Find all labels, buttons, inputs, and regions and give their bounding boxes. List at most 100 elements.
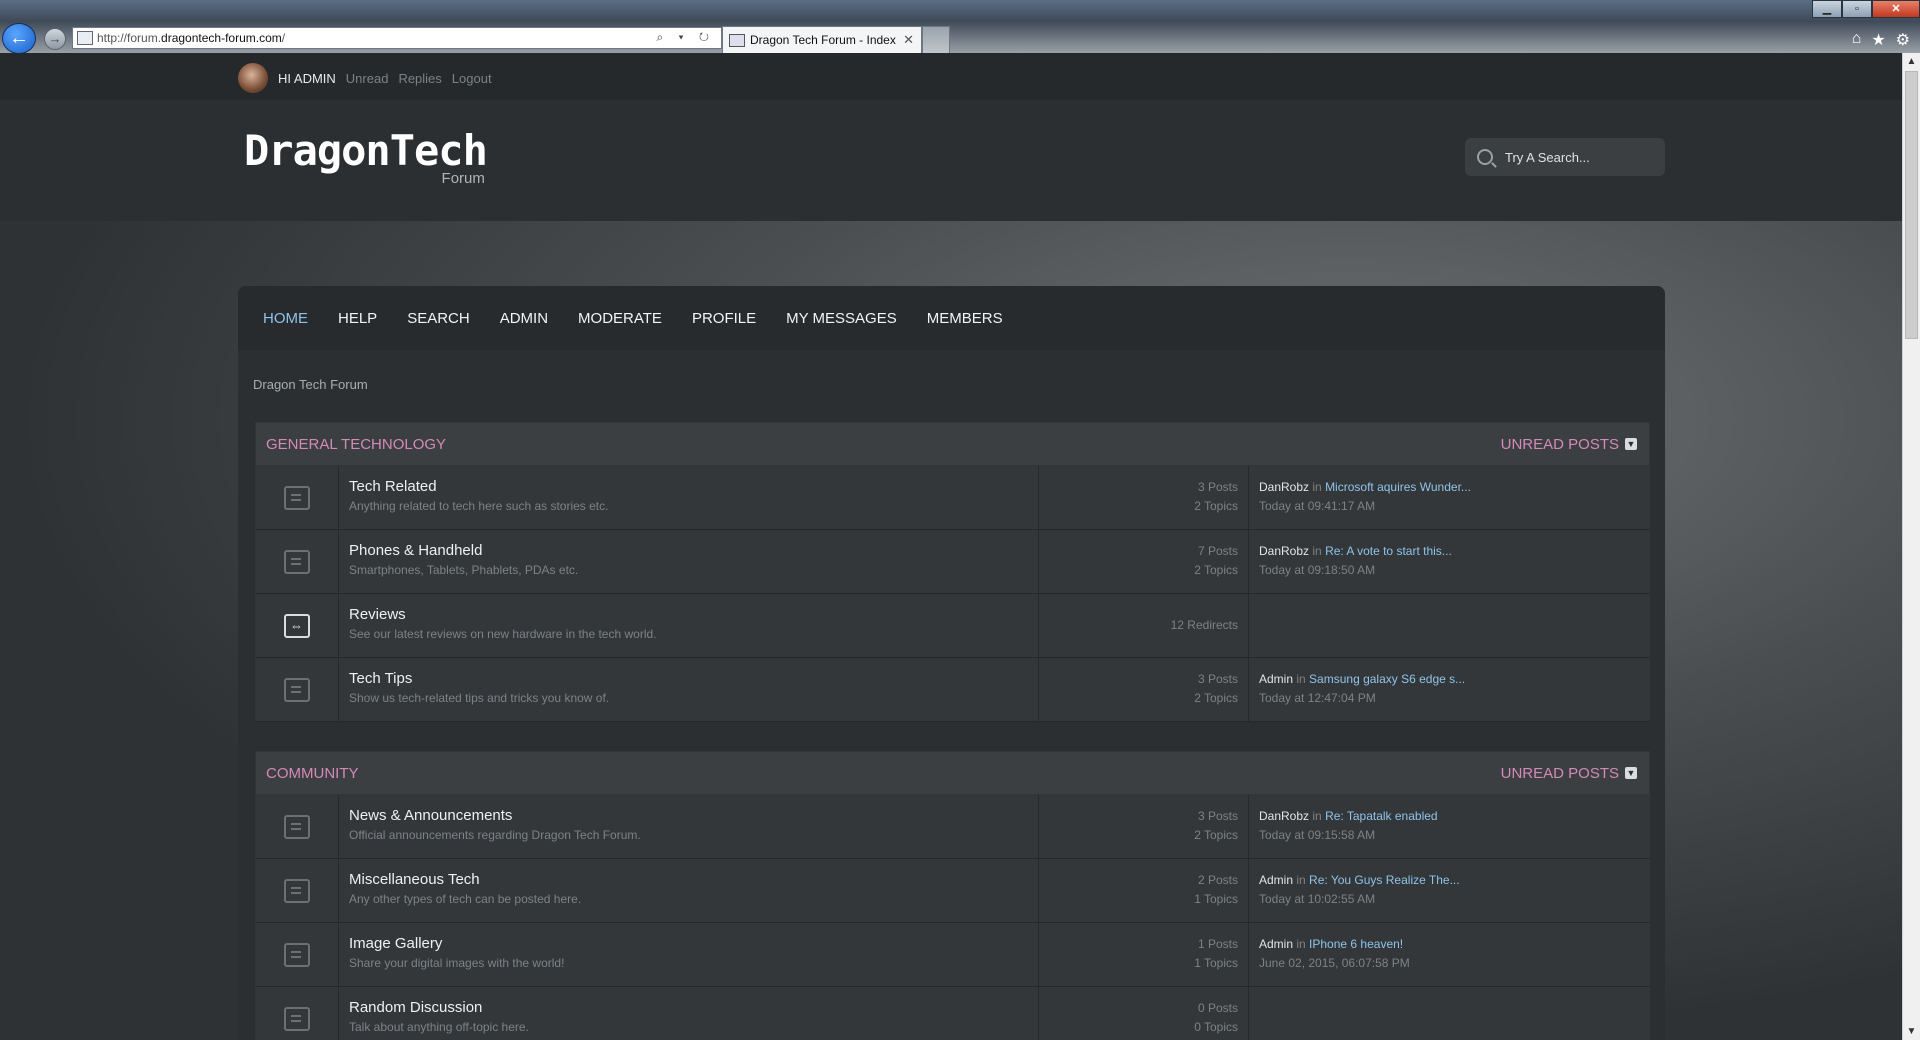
search-box [1465, 138, 1665, 176]
main-panel: HOME HELP SEARCH ADMIN MODERATE PROFILE … [238, 286, 1665, 1040]
greeting[interactable]: HI ADMIN [278, 71, 336, 86]
board-description: Smartphones, Tablets, Phablets, PDAs etc… [349, 563, 579, 577]
last-post-user[interactable]: Admin [1259, 672, 1293, 686]
breadcrumb[interactable]: Dragon Tech Forum [253, 377, 368, 392]
logo-sub-text: Forum [441, 170, 485, 187]
post-count: 2 Posts [1197, 873, 1238, 887]
redirect-count: 12 Redirects [1170, 618, 1238, 632]
board-stats: 3 Posts 2 Topics [1039, 466, 1249, 529]
topic-count: 1 Topics [1194, 956, 1238, 970]
address-bar[interactable]: http://forum.dragontech-forum.com/ ⌕ ▾ ↻ [72, 27, 722, 49]
board-name[interactable]: Random Discussion [349, 999, 1028, 1016]
last-post-topic[interactable]: Re: Tapatalk enabled [1325, 809, 1438, 823]
new-tab-button[interactable] [922, 26, 950, 53]
unread-posts-link[interactable]: UNREAD POSTS ▼ [1501, 765, 1637, 782]
last-post-time: Today at 09:15:58 AM [1259, 828, 1376, 842]
last-post-user[interactable]: DanRobz [1259, 544, 1309, 558]
board-name[interactable]: News & Announcements [349, 807, 1028, 824]
post-count: 0 Posts [1197, 1001, 1238, 1015]
scrollbar-thumb[interactable] [1905, 71, 1918, 339]
nav-members[interactable]: MEMBERS [927, 310, 1003, 327]
last-post: Admin in IPhone 6 heaven! June 02, 2015,… [1249, 923, 1650, 986]
site-logo[interactable]: DragonTech Forum [244, 126, 488, 187]
nav-search[interactable]: SEARCH [407, 310, 470, 327]
board-icon [283, 814, 310, 839]
last-post-topic[interactable]: Re: A vote to start this... [1325, 544, 1452, 558]
search-input[interactable] [1505, 149, 1655, 165]
category-title[interactable]: GENERAL TECHNOLOGY [266, 436, 446, 453]
last-post [1249, 594, 1650, 657]
nav-home[interactable]: HOME [263, 310, 308, 327]
nav-my-messages[interactable]: MY MESSAGES [786, 310, 897, 327]
nav-profile[interactable]: PROFILE [692, 310, 756, 327]
post-count: 7 Posts [1197, 544, 1238, 558]
page-scrollbar[interactable]: ▲ ▼ [1902, 53, 1920, 1040]
nav-admin[interactable]: ADMIN [500, 310, 548, 327]
last-post-user[interactable]: Admin [1259, 937, 1293, 951]
board-row: Tech Tips Show us tech-related tips and … [255, 658, 1650, 722]
topic-count: 2 Topics [1194, 828, 1238, 842]
maximize-button[interactable]: ▫ [1842, 0, 1872, 18]
board-stats: 1 Posts 1 Topics [1039, 923, 1249, 986]
last-post-topic[interactable]: IPhone 6 heaven! [1309, 937, 1403, 951]
last-post: DanRobz in Microsoft aquires Wunder... T… [1249, 466, 1650, 529]
board-name[interactable]: Phones & Handheld [349, 542, 1028, 559]
last-post-topic[interactable]: Samsung galaxy S6 edge s... [1309, 672, 1465, 686]
board-stats: 2 Posts 1 Topics [1039, 859, 1249, 922]
board-description: Official announcements regarding Dragon … [349, 828, 641, 842]
close-window-button[interactable]: ✕ [1872, 0, 1920, 18]
browser-tab[interactable]: Dragon Tech Forum - Index ✕ [722, 26, 922, 53]
replies-link[interactable]: Replies [398, 71, 441, 86]
favorites-star-icon[interactable]: ★ [1871, 30, 1885, 50]
chevron-down-icon[interactable]: ▼ [1625, 438, 1637, 450]
last-post [1249, 987, 1650, 1040]
address-tools-icons[interactable]: ⌕ ▾ ↻ [656, 30, 715, 45]
last-post-time: Today at 10:02:55 AM [1259, 892, 1376, 906]
last-post-time: June 02, 2015, 06:07:58 PM [1259, 956, 1410, 970]
scroll-up-arrow-icon[interactable]: ▲ [1903, 53, 1920, 70]
redirect-board-icon: ⇔ [283, 613, 310, 638]
board-icon [283, 549, 310, 574]
unread-posts-link[interactable]: UNREAD POSTS ▼ [1501, 436, 1637, 453]
nav-help[interactable]: HELP [338, 310, 377, 327]
board-description: Any other types of tech can be posted he… [349, 892, 582, 906]
board-icon [283, 485, 310, 510]
nav-moderate[interactable]: MODERATE [578, 310, 662, 327]
category-general-technology: GENERAL TECHNOLOGY UNREAD POSTS ▼ Tech Re… [255, 422, 1650, 722]
board-name[interactable]: Tech Tips [349, 670, 1028, 687]
minimize-button[interactable]: ▁ [1812, 0, 1842, 18]
settings-gear-icon[interactable]: ⚙ [1896, 30, 1910, 50]
board-name[interactable]: Tech Related [349, 478, 1028, 495]
board-name[interactable]: Miscellaneous Tech [349, 871, 1028, 888]
search-icon[interactable] [1477, 149, 1493, 165]
last-post-user[interactable]: DanRobz [1259, 809, 1309, 823]
last-post-topic[interactable]: Microsoft aquires Wunder... [1325, 480, 1471, 494]
back-button[interactable]: ← [2, 23, 36, 54]
last-post-user[interactable]: DanRobz [1259, 480, 1309, 494]
category-title[interactable]: COMMUNITY [266, 765, 359, 782]
main-nav: HOME HELP SEARCH ADMIN MODERATE PROFILE … [238, 286, 1665, 350]
category-header: GENERAL TECHNOLOGY UNREAD POSTS ▼ [255, 422, 1650, 466]
unread-link[interactable]: Unread [346, 71, 389, 86]
board-row: Tech Related Anything related to tech he… [255, 466, 1650, 530]
browser-chrome: ▁ ▫ ✕ ← → http://forum.dragontech-forum.… [0, 0, 1920, 54]
last-post-topic[interactable]: Re: You Guys Realize The... [1309, 873, 1460, 887]
last-post: DanRobz in Re: A vote to start this... T… [1249, 530, 1650, 593]
forward-button[interactable]: → [44, 28, 66, 50]
last-post: Admin in Samsung galaxy S6 edge s... Tod… [1249, 658, 1650, 721]
scroll-down-arrow-icon[interactable]: ▼ [1903, 1023, 1920, 1040]
logout-link[interactable]: Logout [452, 71, 492, 86]
chevron-down-icon[interactable]: ▼ [1625, 767, 1637, 779]
topic-count: 1 Topics [1194, 892, 1238, 906]
board-description: See our latest reviews on new hardware i… [349, 627, 657, 641]
last-post-user[interactable]: Admin [1259, 873, 1293, 887]
category-community: COMMUNITY UNREAD POSTS ▼ News & Announcem… [255, 751, 1650, 1040]
avatar[interactable] [238, 63, 268, 93]
post-count: 3 Posts [1197, 672, 1238, 686]
post-count: 1 Posts [1197, 937, 1238, 951]
tab-close-icon[interactable]: ✕ [903, 32, 914, 48]
home-icon[interactable]: ⌂ [1852, 30, 1862, 50]
board-icon [283, 878, 310, 903]
board-name[interactable]: Reviews [349, 606, 1028, 623]
board-name[interactable]: Image Gallery [349, 935, 1028, 952]
